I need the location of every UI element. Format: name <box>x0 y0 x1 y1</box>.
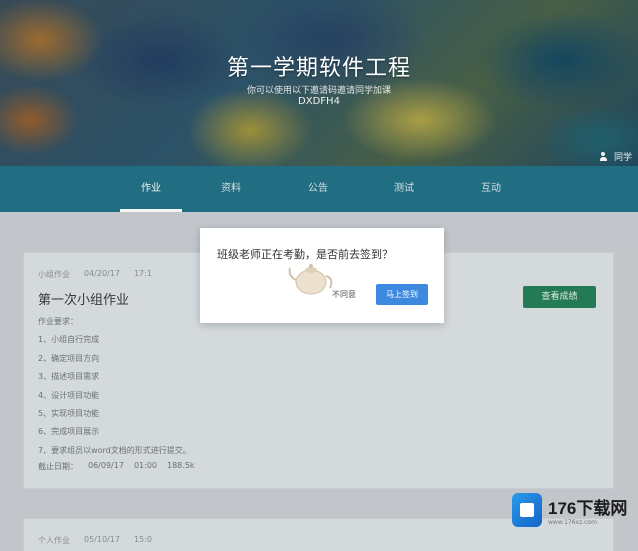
course-nav: 作业 资料 公告 测试 互动 <box>0 166 638 212</box>
watermark-name: 176下载网 <box>548 499 628 518</box>
requirements-list: 作业要求： 1、小组自行完成 2、确定项目方向 3、描述项目需求 4、设计项目功… <box>38 313 191 460</box>
invite-hint: 你可以使用以下邀请码邀请同学加课 <box>246 86 391 96</box>
assignment-type: 小组作业 <box>38 270 70 279</box>
members-link[interactable]: 同学 <box>599 150 632 163</box>
deadline-row: 截止日期： 06/09/17 01:00 188.5k <box>38 461 195 472</box>
invite-code: DXDFH4 <box>298 96 340 107</box>
watermark-logo-icon <box>512 493 542 527</box>
requirements-heading: 作业要求： <box>38 317 78 326</box>
list-item: 3、描述项目需求 <box>38 372 100 382</box>
tab-homework[interactable]: 作业 <box>120 166 182 212</box>
list-item: 7、要求组员以word文档的形式进行提交。 <box>38 445 191 455</box>
assignment-time: 17:1 <box>133 269 152 278</box>
attendance-dialog: 班级老师正在考勤，是否前去签到？ 不同意 马上签到 <box>200 228 444 323</box>
assignment-time: 15:0 <box>133 535 152 544</box>
attachment-size: 188.5k <box>167 461 195 470</box>
people-icon <box>599 152 611 161</box>
deadline-date: 06/09/17 <box>88 461 124 470</box>
course-title: 第一学期软件工程 <box>226 56 411 81</box>
watermark-url: www.176xz.com <box>548 519 597 526</box>
watermark-text: 176下载网 www.176xz.com <box>548 494 627 526</box>
deadline-time: 01:00 <box>133 461 157 470</box>
course-banner: 第一学期软件工程 你可以使用以下邀请码邀请同学加课 DXDFH4 同学 <box>0 0 638 166</box>
list-item: 1、小组自行完成 <box>38 335 100 345</box>
tab-interaction[interactable]: 互动 <box>460 166 522 212</box>
tab-tests[interactable]: 测试 <box>373 166 435 212</box>
tab-announcements[interactable]: 公告 <box>287 166 349 212</box>
list-item: 5、实现项目功能 <box>38 409 100 419</box>
cancel-button[interactable]: 不同意 <box>332 289 356 300</box>
list-item: 2、确定项目方向 <box>38 353 100 363</box>
deadline-label: 截止日期： <box>38 462 78 471</box>
assignment-date: 05/10/17 <box>84 535 120 544</box>
assignment-type: 个人作业 <box>38 536 70 545</box>
sign-in-button[interactable]: 马上签到 <box>376 284 428 305</box>
assignment-title[interactable]: 第一次小组作业 <box>38 289 129 308</box>
site-watermark: 176下载网 www.176xz.com <box>512 489 636 531</box>
assignment-date: 04/20/17 <box>84 269 120 278</box>
assignment-meta: 个人作业 05/10/17 15:0 <box>38 535 152 546</box>
assignment-meta: 小组作业 04/20/17 17:1 <box>38 269 152 280</box>
list-item: 4、设计项目功能 <box>38 390 100 400</box>
tab-materials[interactable]: 资料 <box>200 166 262 212</box>
view-grades-button[interactable]: 查看成绩 <box>523 286 596 308</box>
list-item: 6、完成项目展示 <box>38 427 100 437</box>
members-label: 同学 <box>613 153 632 163</box>
teapot-icon <box>288 264 333 295</box>
